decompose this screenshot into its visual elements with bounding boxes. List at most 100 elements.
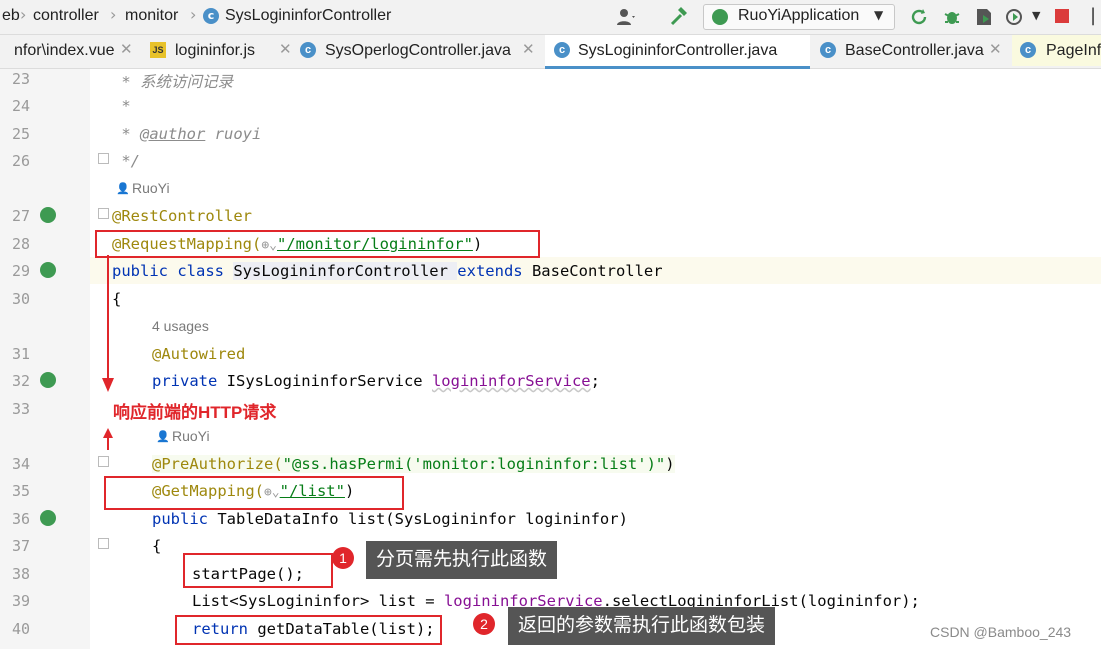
code-line: public class SysLogininforController ext…	[112, 262, 663, 280]
code-line: @PreAuthorize("@ss.hasPermi('monitor:log…	[152, 455, 675, 473]
tab-label: SysLogininforController.java	[578, 42, 778, 59]
code-line: * @author ruoyi	[112, 125, 261, 143]
breadcrumb-item[interactable]: monitor	[125, 7, 178, 25]
fold-marker-icon[interactable]	[98, 538, 109, 549]
tab-label: SysOperlogController.java	[325, 42, 511, 59]
code-line: */	[112, 152, 140, 170]
http-request-label: 响应前端的HTTP请求	[113, 403, 277, 422]
annotation-box-request-mapping	[95, 230, 540, 258]
line-number: 39	[12, 592, 31, 610]
annotation-box-get-mapping	[104, 476, 404, 510]
comment-text: ruoyi	[205, 125, 262, 143]
navigation-toolbar: eb › controller › monitor › c SysLoginin…	[0, 0, 1101, 35]
annotation: @PreAuthorize(	[152, 455, 283, 473]
code-line: private ISysLogininforService logininfor…	[152, 372, 600, 390]
line-number: 27	[12, 207, 31, 225]
callout-return: 返回的参数需执行此函数包装	[508, 607, 776, 645]
callout-number: 2	[473, 613, 495, 635]
code-line: @RestController	[112, 207, 252, 225]
user-icon[interactable]	[615, 6, 637, 28]
fold-marker-icon[interactable]	[98, 208, 109, 219]
usages-inlay-hint[interactable]: 4 usages	[152, 318, 209, 334]
js-file-icon: JS	[150, 42, 166, 58]
run-configuration-label: RuoYiApplication	[738, 7, 860, 24]
line-number: 36	[12, 510, 31, 528]
close-icon[interactable]: ✕	[522, 40, 535, 58]
profiler-icon[interactable]	[1004, 6, 1026, 28]
breadcrumb-item[interactable]: SysLogininforController	[225, 7, 391, 25]
annotation-box-start-page	[183, 553, 333, 588]
rerun-icon[interactable]	[908, 6, 930, 28]
line-number: 23	[12, 70, 31, 88]
class-icon: c	[300, 42, 316, 58]
line-number: 28	[12, 235, 31, 253]
code-line: @Autowired	[152, 345, 246, 363]
run-coverage-icon[interactable]	[973, 6, 995, 28]
close-icon[interactable]: ✕	[120, 40, 133, 58]
comment-text: *	[112, 125, 140, 143]
stop-icon[interactable]	[1055, 9, 1069, 23]
breadcrumb-item[interactable]: controller	[33, 7, 99, 25]
tab-index-vue[interactable]: nfor\index.vue ✕	[0, 35, 140, 66]
keyword: extends	[457, 262, 532, 280]
chevron-right-icon: ›	[190, 5, 197, 24]
spring-bean-icon[interactable]	[40, 207, 56, 223]
keyword: public	[152, 510, 218, 528]
overflow-icon[interactable]: |	[1090, 5, 1096, 26]
tab-label: PageInf	[1046, 42, 1101, 59]
callout-start-page: 分页需先执行此函数	[366, 541, 558, 579]
code-line: * 系统访问记录	[112, 73, 233, 91]
method-signature: TableDataInfo list(SysLogininfor loginin…	[217, 510, 628, 528]
user-icon: 👤	[116, 182, 130, 195]
tab-label: BaseController.java	[845, 42, 984, 59]
tab-base-controller[interactable]: c BaseController.java ✕	[815, 35, 1005, 66]
arrowhead-up	[103, 428, 113, 438]
line-number: 32	[12, 372, 31, 390]
line-number: 38	[12, 565, 31, 583]
tab-label: logininfor.js	[175, 42, 256, 59]
line-number: 40	[12, 620, 31, 638]
class-icon: c	[820, 42, 836, 58]
tab-pageinfo[interactable]: c PageInf	[1012, 35, 1101, 66]
arrowhead-down	[102, 378, 114, 392]
breadcrumb-item[interactable]: eb	[2, 7, 20, 25]
tab-syslogininfor-controller[interactable]: c SysLogininforController.java	[545, 35, 810, 69]
javadoc-tag: @author	[140, 125, 206, 143]
run-configuration-select[interactable]: RuoYiApplication ▼	[703, 4, 895, 30]
annotation-arrows	[102, 255, 114, 450]
class-icon: c	[1020, 42, 1036, 58]
autowired-navigate-icon[interactable]	[40, 372, 56, 388]
line-number: 34	[12, 455, 31, 473]
line-number: 24	[12, 97, 31, 115]
author-inlay-hint[interactable]: RuoYi	[132, 180, 170, 196]
build-hammer-icon[interactable]	[668, 6, 690, 28]
tab-label: nfor\index.vue	[14, 42, 115, 59]
author-inlay-hint[interactable]: RuoYi	[172, 428, 210, 444]
line-number: 29	[12, 262, 31, 280]
spring-bean-run-icon[interactable]	[40, 262, 56, 278]
line-number: 25	[12, 125, 31, 143]
close-icon[interactable]: ✕	[279, 40, 292, 58]
fold-marker-icon[interactable]	[98, 153, 109, 164]
class-icon: c	[203, 8, 219, 24]
annotation-box-return	[175, 615, 442, 645]
line-number: 33	[12, 400, 31, 418]
chevron-right-icon: ›	[110, 5, 117, 24]
chevron-down-icon: ▼	[874, 8, 884, 22]
line-number: 30	[12, 290, 31, 308]
code-text: List<SysLogininfor> list =	[192, 592, 444, 610]
class-name: SysLogininforController	[233, 262, 458, 280]
chevron-down-icon[interactable]: ▼	[1032, 9, 1040, 22]
spring-boot-icon	[712, 9, 728, 25]
line-number: 26	[12, 152, 31, 170]
tab-sysoperlog-controller[interactable]: c SysOperlogController.java ✕	[295, 35, 540, 66]
keyword: public class	[112, 262, 234, 280]
tab-logininfor-js[interactable]: JS logininfor.js ✕	[145, 35, 292, 66]
line-number: 31	[12, 345, 31, 363]
field-name: logininforService	[431, 372, 591, 390]
debug-bug-icon[interactable]	[941, 6, 963, 28]
close-icon[interactable]: ✕	[989, 40, 1002, 58]
web-endpoint-icon[interactable]	[40, 510, 56, 526]
line-number: 35	[12, 482, 31, 500]
code-line: *	[112, 97, 131, 115]
